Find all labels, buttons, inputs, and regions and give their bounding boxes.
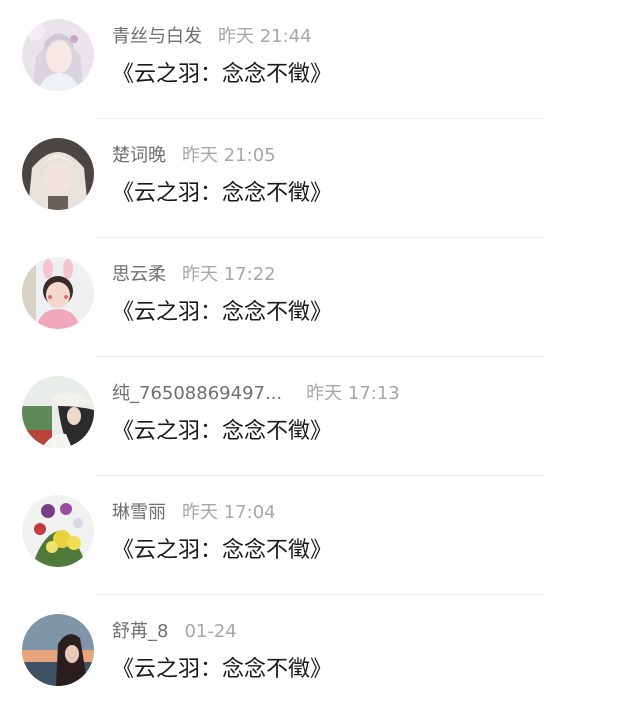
- username[interactable]: 舒苒_8: [112, 621, 168, 642]
- comment-text: 《云之羽：念念不徵》: [112, 538, 333, 563]
- avatar-flowers-icon: [22, 495, 94, 567]
- avatar-blonde-portrait-icon: [22, 138, 94, 210]
- username[interactable]: 思云柔: [112, 264, 166, 285]
- comment-item[interactable]: 纯_76508869497... 昨天 17:13 《云之羽：念念不徵》: [0, 357, 640, 476]
- avatar-anime-girl-icon: [22, 19, 94, 91]
- comment-item[interactable]: 青丝与白发 昨天 21:44 《云之羽：念念不徵》: [0, 0, 640, 119]
- comment-text: 《云之羽：念念不徵》: [112, 300, 333, 325]
- comment-meta: 舒苒_8 01-24: [112, 619, 237, 645]
- comment-meta: 楚词晚 昨天 21:05: [112, 143, 276, 169]
- avatar-woman-sunset-icon: [22, 614, 94, 686]
- comment-list: 青丝与白发 昨天 21:44 《云之羽：念念不徵》 楚词晚 昨天 21:05 《云之…: [0, 0, 640, 696]
- username[interactable]: 琳雪丽: [112, 502, 166, 523]
- timestamp: 昨天 21:05: [182, 145, 276, 166]
- avatar[interactable]: [22, 19, 94, 91]
- comment-text: 《云之羽：念念不徵》: [112, 419, 333, 444]
- avatar[interactable]: [22, 257, 94, 329]
- avatar[interactable]: [22, 495, 94, 567]
- avatar[interactable]: [22, 138, 94, 210]
- timestamp: 昨天 21:44: [218, 26, 312, 47]
- comment-meta: 青丝与白发 昨天 21:44: [112, 24, 312, 50]
- timestamp: 昨天 17:22: [182, 264, 276, 285]
- username[interactable]: 楚词晚: [112, 145, 166, 166]
- comment-text: 《云之羽：念念不徵》: [112, 657, 333, 682]
- comment-item[interactable]: 思云柔 昨天 17:22 《云之羽：念念不徵》: [0, 238, 640, 357]
- comment-text: 《云之羽：念念不徵》: [112, 181, 333, 206]
- timestamp: 昨天 17:04: [182, 502, 276, 523]
- timestamp: 昨天 17:13: [306, 383, 400, 404]
- comment-meta: 琳雪丽 昨天 17:04: [112, 500, 276, 526]
- avatar-woman-hat-icon: [22, 376, 94, 448]
- comment-item[interactable]: 琳雪丽 昨天 17:04 《云之羽：念念不徵》: [0, 476, 640, 595]
- comment-meta: 思云柔 昨天 17:22: [112, 262, 276, 288]
- username[interactable]: 纯_76508869497...: [112, 383, 282, 404]
- comment-meta: 纯_76508869497... 昨天 17:13: [112, 381, 400, 407]
- avatar[interactable]: [22, 376, 94, 448]
- comment-text: 《云之羽：念念不徵》: [112, 62, 333, 87]
- avatar-girl-bunny-ears-icon: [22, 257, 94, 329]
- timestamp: 01-24: [184, 621, 237, 642]
- comment-item[interactable]: 舒苒_8 01-24 《云之羽：念念不徵》: [0, 595, 640, 714]
- username[interactable]: 青丝与白发: [112, 26, 202, 47]
- comment-item[interactable]: 楚词晚 昨天 21:05 《云之羽：念念不徵》: [0, 119, 640, 238]
- avatar[interactable]: [22, 614, 94, 686]
